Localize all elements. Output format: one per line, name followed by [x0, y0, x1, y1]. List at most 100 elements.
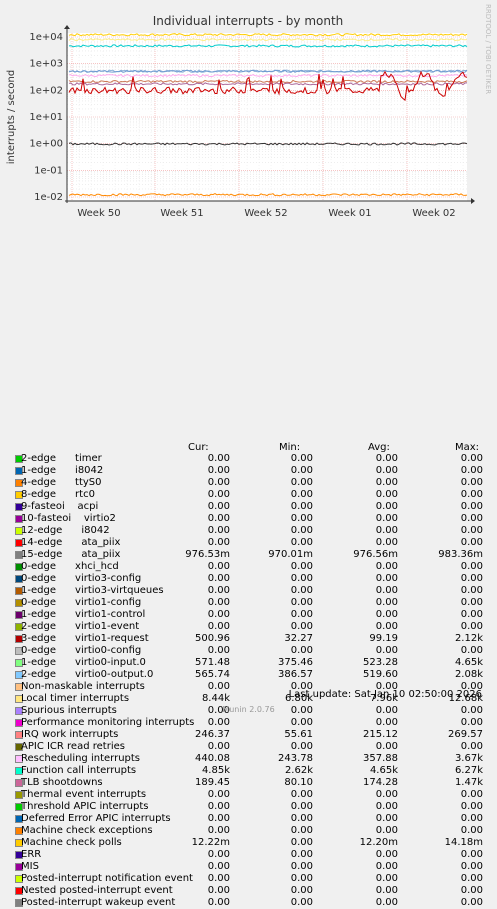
legend-value-avg: 0.00: [375, 645, 398, 656]
y-tick-label: 1e+00: [29, 139, 63, 150]
y-tick-label: 1e+04: [29, 32, 63, 43]
x-tick-label: Week 50: [77, 208, 120, 219]
legend-header-max: Max:: [455, 442, 480, 453]
y-axis-label: interrupts / second: [6, 70, 17, 164]
legend-value-cur: 0.00: [207, 621, 230, 632]
legend-value-avg: 0.00: [375, 585, 398, 596]
legend-label: 2-edge timer: [21, 453, 102, 464]
legend-label: Posted-interrupt wakeup event: [21, 897, 176, 908]
legend-value-max: 2.12k: [454, 633, 483, 644]
legend-value-max: 14.18m: [444, 837, 483, 848]
legend-value-max: 0.00: [460, 645, 483, 656]
legend-value-cur: 0.00: [207, 609, 230, 620]
legend-label: 0-edge virtio0-config: [21, 645, 142, 656]
legend-value-avg: 0.00: [375, 465, 398, 476]
legend-label: 1-edge i8042: [21, 465, 104, 476]
legend-value-avg: 0.00: [375, 573, 398, 584]
chart-graph: 1e-02 1e-01 1e+00 1e+01 1e+02 1e+03 1e+04 Week …: [0, 0, 497, 222]
legend-label: Machine check polls: [21, 837, 122, 848]
legend-value-min: 0.00: [290, 825, 313, 836]
legend-value-min: 0.00: [290, 453, 313, 464]
legend-value-avg: 0.00: [375, 741, 398, 752]
legend-row: 0-edge virtio0-config 0.00 0.00 0.00 0.00: [0, 645, 497, 657]
legend-value-max: 0.00: [460, 537, 483, 548]
legend-label: 1-edge virtio0-input.0: [21, 657, 146, 668]
legend-value-cur: 0.00: [207, 801, 230, 812]
legend-value-max: 0.00: [460, 873, 483, 884]
legend-value-avg: 519.60: [363, 669, 398, 680]
legend-label: 8-edge rtc0: [21, 489, 95, 500]
legend-value-max: 0.00: [460, 597, 483, 608]
legend-value-max: 0.00: [460, 789, 483, 800]
legend-value-avg: 0.00: [375, 825, 398, 836]
legend-label: 10-fasteoi virtio2: [21, 513, 116, 524]
legend-header-avg: Avg:: [368, 442, 390, 453]
legend-value-max: 0.00: [460, 825, 483, 836]
legend-label: APIC ICR read retries: [21, 741, 125, 752]
legend-value-max: 0.00: [460, 585, 483, 596]
legend-value-min: 0.00: [290, 741, 313, 752]
legend-label: 1-edge virtio1-control: [21, 609, 146, 620]
legend-value-cur: 571.48: [195, 657, 230, 668]
legend-value-min: 386.57: [278, 669, 313, 680]
legend-label: 14-edge ata_piix: [21, 537, 121, 548]
x-tick-label: Week 02: [412, 208, 455, 219]
legend-row: 2-edge virtio0-output.0 565.74 386.57 519.6…: [0, 669, 497, 681]
legend-label: Non-maskable interrupts: [21, 681, 145, 692]
legend-label: 9-fasteoi acpi: [21, 501, 99, 512]
legend-label: 2-edge virtio0-output.0: [21, 669, 154, 680]
legend-label: Local timer interrupts: [21, 693, 130, 704]
legend-value-max: 3.67k: [454, 753, 483, 764]
legend-row: Deferred Error APIC interrupts 0.00 0.00 0.…: [0, 813, 497, 825]
y-tick-label: 1e-01: [34, 165, 63, 176]
legend-value-min: 0.00: [290, 501, 313, 512]
legend-value-cur: 189.45: [195, 777, 230, 788]
legend-value-cur: 0.00: [207, 681, 230, 692]
legend-value-min: 0.00: [290, 573, 313, 584]
legend-value-min: 0.00: [290, 585, 313, 596]
legend-row: IRQ work interrupts 246.37 55.61 215.12 269.…: [0, 729, 497, 741]
y-tick-label: 1e-02: [34, 192, 63, 203]
legend-row: Threshold APIC interrupts 0.00 0.00 0.00 0.0…: [0, 801, 497, 813]
legend-value-cur: 0.00: [207, 897, 230, 908]
legend-value-max: 0.00: [460, 573, 483, 584]
legend-value-avg: 0.00: [375, 861, 398, 872]
legend-row: 1-edge i8042 0.00 0.00 0.00 0.00: [0, 465, 497, 477]
legend-value-min: 0.00: [290, 801, 313, 812]
legend-value-max: 0.00: [460, 477, 483, 488]
legend-value-max: 0.00: [460, 621, 483, 632]
legend-value-cur: 565.74: [195, 669, 230, 680]
legend-value-cur: 0.00: [207, 813, 230, 824]
legend-row: ERR 0.00 0.00 0.00 0.00: [0, 849, 497, 861]
legend-value-min: 0.00: [290, 873, 313, 884]
legend-label: TLB shootdowns: [21, 777, 103, 788]
munin-version: Munin 2.0.76: [222, 705, 275, 714]
legend-row: 0-edge xhci_hcd 0.00 0.00 0.00 0.00: [0, 561, 497, 573]
legend-value-max: 4.65k: [454, 657, 483, 668]
x-tick-label: Week 52: [244, 208, 287, 219]
legend-value-avg: 0.00: [375, 885, 398, 896]
legend-label: Function call interrupts: [21, 765, 137, 776]
legend-value-cur: 0.00: [207, 885, 230, 896]
legend-label: 4-edge ttyS0: [21, 477, 102, 488]
legend-header-cur: Cur:: [188, 442, 209, 453]
legend-label: Rescheduling interrupts: [21, 753, 141, 764]
legend-label: 12-edge i8042: [21, 525, 110, 536]
legend-value-avg: 523.28: [363, 657, 398, 668]
legend-label: 0-edge xhci_hcd: [21, 561, 119, 572]
legend-value-avg: 0.00: [375, 621, 398, 632]
x-tick-label: Week 01: [328, 208, 371, 219]
legend-value-min: 0.00: [290, 537, 313, 548]
y-tick-label: 1e+02: [29, 85, 63, 96]
legend-value-cur: 0.00: [207, 525, 230, 536]
legend-value-cur: 0.00: [207, 597, 230, 608]
legend-label: ERR: [21, 849, 42, 860]
legend-row: Thermal event interrupts 0.00 0.00 0.00 0.00: [0, 789, 497, 801]
legend-value-max: 1.47k: [454, 777, 483, 788]
legend-value-avg: 0.00: [375, 501, 398, 512]
legend-value-cur: 0.00: [207, 825, 230, 836]
legend-value-min: 0.00: [290, 561, 313, 572]
legend-row: 2-edge virtio1-event 0.00 0.00 0.00 0.00: [0, 621, 497, 633]
legend-value-max: 0.00: [460, 885, 483, 896]
legend-row: 12-edge i8042 0.00 0.00 0.00 0.00: [0, 525, 497, 537]
